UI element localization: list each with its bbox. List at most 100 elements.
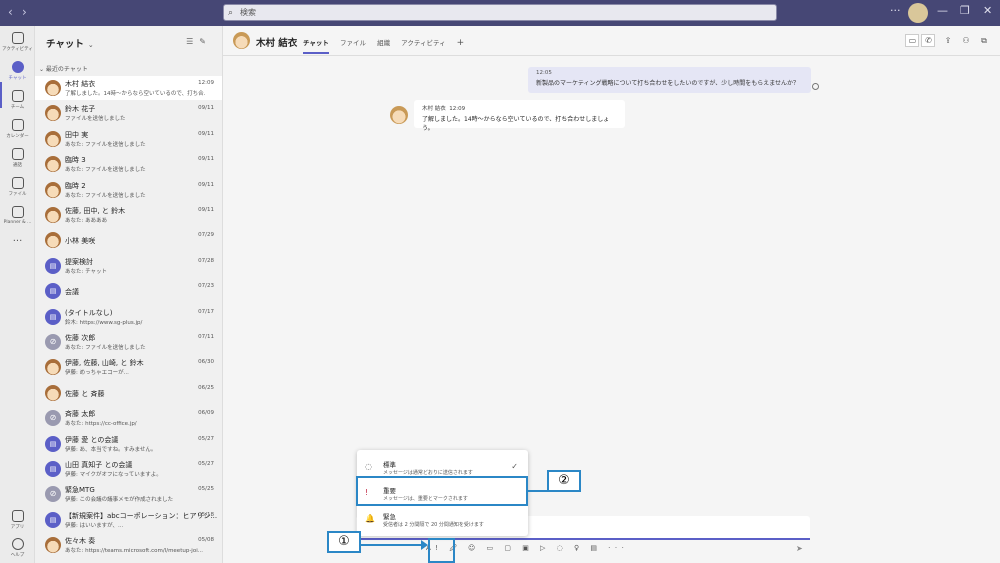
planner-icon bbox=[11, 206, 24, 218]
chat-name: 緊急MTG bbox=[65, 486, 95, 495]
chat-list-item[interactable]: 鈴木 花子 ファイルを送信しました 09/11 bbox=[35, 101, 222, 125]
recent-chats-section[interactable]: ⌄ 最近のチャット bbox=[39, 64, 88, 73]
chat-preview: あなた: ファイルを送信しました bbox=[65, 192, 146, 199]
avatar[interactable] bbox=[908, 3, 928, 23]
rail-calendar[interactable]: カレンダー bbox=[0, 119, 35, 139]
rail-calls[interactable]: 通話 bbox=[0, 148, 35, 168]
chat-list-item[interactable]: 小林 美咲 07/29 bbox=[35, 228, 222, 252]
tab-chat[interactable]: チャット bbox=[303, 39, 329, 54]
callout-one: ① bbox=[327, 531, 361, 553]
avatar bbox=[45, 80, 61, 96]
add-tab-icon[interactable]: + bbox=[457, 38, 465, 48]
tab-activity[interactable]: アクティビティ bbox=[401, 39, 445, 47]
chat-date: 09/11 bbox=[198, 181, 214, 188]
bell-alert-icon: 🔔 bbox=[365, 514, 375, 523]
chat-list-item[interactable]: 田中 実あなた: ファイルを送信しました 09/11 bbox=[35, 127, 222, 151]
chat-list-item[interactable]: ▤ 伊藤 愛 との会議 伊藤: あ、本当ですね。すみません。 05/27 bbox=[35, 432, 222, 456]
audio-call-icon[interactable]: ✆ bbox=[921, 34, 936, 47]
chat-list-item[interactable]: ⊘ 斉藤 太郎 あなた: https://cc-office.jp/06/09 bbox=[35, 406, 222, 430]
rail-chat[interactable]: チャット bbox=[0, 61, 35, 81]
chat-name: 木村 結衣 bbox=[65, 80, 96, 88]
chat-list-item[interactable]: ⊘ 緊急MTG 伊藤: この会議の議事メモが作成されました 05/25 bbox=[35, 482, 222, 506]
option-urgent[interactable]: 🔔 緊急 受信者は 2 分間隔で 20 分間通知を受けます bbox=[357, 506, 528, 532]
rail-apps[interactable]: アプリ bbox=[0, 510, 35, 530]
maximize-icon[interactable]: ❐ bbox=[960, 4, 970, 17]
chat-date: 09/11 bbox=[198, 130, 214, 137]
avatar bbox=[233, 32, 250, 49]
chat-date: 06/25 bbox=[198, 384, 214, 391]
avatar bbox=[45, 181, 61, 198]
chat-name: 佐藤, 田中, と 鈴木 bbox=[65, 207, 126, 215]
minimize-icon[interactable]: — bbox=[937, 4, 948, 17]
chat-preview: あなた: ああああ bbox=[65, 218, 108, 224]
rail-help[interactable]: ヘルプ bbox=[0, 538, 35, 558]
chat-name: 佐藤 次郎 bbox=[65, 334, 96, 342]
chat-name: 提案検討 bbox=[65, 257, 93, 266]
tab-org[interactable]: 組織 bbox=[377, 39, 390, 47]
new-chat-icon[interactable]: ✎ bbox=[199, 37, 212, 46]
chat-main: 木村 結衣 チャット ファイル 組織 アクティビティ + ▭ ✆ ⇪ ⚇ ⧉ 12:0… bbox=[223, 26, 1000, 563]
chat-list-item[interactable]: 佐藤, 田中, と 鈴木 あなた: ああああ 09/11 bbox=[35, 203, 222, 227]
chat-list-title[interactable]: チャット ⌄ bbox=[46, 36, 94, 50]
search-input[interactable]: ⌕ 検索 bbox=[223, 4, 777, 21]
filter-icon[interactable]: ☰ bbox=[186, 37, 199, 46]
avatar: ▤ bbox=[45, 308, 61, 325]
chat-list-item[interactable]: 佐藤 と 斉藤 06/25 bbox=[35, 381, 222, 405]
chat-preview: 伊藤: めっちゃエコーが... bbox=[65, 370, 129, 377]
rail-more[interactable]: ··· bbox=[0, 236, 35, 247]
popout-icon[interactable]: ⧉ bbox=[976, 35, 992, 48]
chat-list-item[interactable]: 臨時 3 あなた: ファイルを送信しました 09/11 bbox=[35, 152, 222, 176]
chat-bubble-icon: ◌ bbox=[365, 462, 372, 471]
chat-name: 山田 真知子 との会議 bbox=[65, 461, 133, 469]
chat-list-item[interactable]: 木村 結衣了解しました。14時～からなら空いているので、打ち合... 12:09 bbox=[35, 76, 222, 100]
back-icon[interactable]: ‹ bbox=[8, 5, 13, 19]
tab-files[interactable]: ファイル bbox=[340, 39, 366, 47]
close-icon[interactable]: ✕ bbox=[983, 4, 992, 17]
chat-list-item[interactable]: ▤ 山田 真知子 との会議 伊藤: マイクがオフになっていますよ。 05/27 bbox=[35, 457, 222, 481]
chat-list-item[interactable]: 伊藤, 佐藤, 山崎, と 鈴木 伊藤: めっちゃエコーが... 06/30 bbox=[35, 355, 222, 379]
chat-list-item[interactable]: ⊘ 佐藤 次郎 あなた: ファイルを送信しました 07/11 bbox=[35, 330, 222, 354]
chat-name: 会議 bbox=[65, 288, 79, 297]
avatar: ▤ bbox=[45, 283, 61, 300]
highlight-important bbox=[356, 476, 528, 506]
chat-preview: あなた: チャット bbox=[65, 268, 108, 275]
message-time: 12:09 bbox=[449, 106, 466, 112]
more-icon[interactable]: ··· bbox=[890, 4, 901, 17]
chat-list-item[interactable]: 佐々木 奏あなた: https://teams.microsoft.com/l/… bbox=[35, 533, 222, 557]
rail-files[interactable]: ファイル bbox=[0, 177, 35, 197]
chat-preview: あなた: https://cc-office.jp/ bbox=[65, 421, 137, 428]
compose-toolbar[interactable]: A! 🖉 ☺ ▭ ▢ ▣ ▷ ◌ ♀ ▤ ··· bbox=[426, 544, 628, 555]
avatar bbox=[45, 359, 61, 376]
rail-teams[interactable]: チーム bbox=[0, 90, 35, 110]
add-people-icon[interactable]: ⚇ bbox=[958, 35, 974, 48]
highlight-priority-button bbox=[428, 538, 455, 563]
chat-name: 臨時 3 bbox=[65, 156, 86, 165]
send-icon[interactable]: ➤ bbox=[796, 544, 803, 553]
chat-name: 佐々木 奏 bbox=[65, 537, 96, 546]
chat-list-item[interactable]: ▤ (タイトルなし) 鈴木: https://www.sg-plus.jp/07/1… bbox=[35, 305, 222, 329]
chat-list-item[interactable]: 臨時 2 あなた: ファイルを送信しました 09/11 bbox=[35, 178, 222, 202]
share-screen-icon[interactable]: ⇪ bbox=[940, 35, 956, 48]
calendar-icon bbox=[11, 119, 24, 131]
chat-preview: 鈴木: https://www.sg-plus.jp/ bbox=[65, 319, 143, 326]
rail-planner[interactable]: Planner & ... bbox=[0, 206, 35, 225]
chat-name: 斉藤 太郎 bbox=[65, 410, 96, 419]
search-placeholder: 検索 bbox=[240, 8, 256, 17]
chat-preview: あなた: ファイルを送信しました bbox=[65, 345, 146, 351]
chat-list-item[interactable]: ▤ 【新規案件】abcコーポレーション：ヒアリン... 伊藤: はいいますが、...… bbox=[35, 508, 222, 532]
video-call-icon[interactable]: ▭ bbox=[905, 34, 920, 47]
chat-date: 12:09 bbox=[198, 80, 214, 86]
forward-icon[interactable]: › bbox=[22, 5, 27, 19]
rail-activity[interactable]: アクティビティ bbox=[0, 32, 35, 52]
chat-name: 伊藤, 佐藤, 山崎, と 鈴木 bbox=[65, 359, 144, 368]
teams-icon bbox=[11, 90, 24, 102]
chat-list-item[interactable]: ▤ 提案検討 あなた: チャット 07/28 bbox=[35, 254, 222, 278]
chat-preview: 了解しました。14時～からなら空いているので、打ち合... bbox=[65, 91, 205, 97]
chat-list-item[interactable]: ▤ 会議 07/23 bbox=[35, 279, 222, 303]
chat-list-item[interactable]: 高橋 遥 bbox=[35, 559, 222, 563]
option-desc: 受信者は 2 分間隔で 20 分間通知を受けます bbox=[383, 522, 484, 528]
chat-preview: あなた: ファイルを送信しました bbox=[65, 167, 146, 174]
message-text: 了解しました。14時～からなら空いているので、打ち合わせしましょう。 bbox=[422, 116, 610, 132]
avatar bbox=[45, 232, 61, 249]
chat-preview: あなた: ファイルを送信しました bbox=[65, 141, 146, 148]
